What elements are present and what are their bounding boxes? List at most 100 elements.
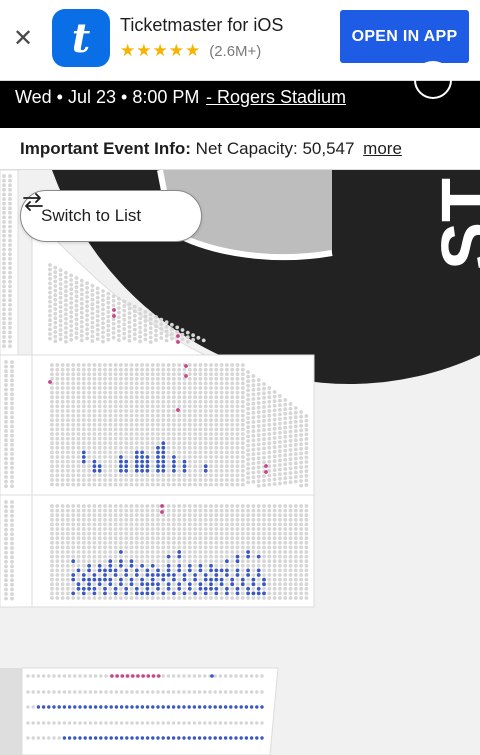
seat[interactable] (76, 550, 81, 554)
seat[interactable] (229, 721, 233, 725)
seat[interactable] (193, 427, 198, 432)
seat[interactable] (267, 582, 272, 587)
seat[interactable] (103, 573, 107, 577)
seat[interactable] (58, 277, 63, 282)
seat[interactable] (244, 736, 249, 740)
seat[interactable] (10, 484, 14, 489)
seat[interactable] (267, 517, 272, 522)
seat[interactable] (113, 363, 118, 367)
seat[interactable] (170, 327, 174, 332)
seat[interactable] (177, 568, 182, 573)
seat[interactable] (230, 381, 235, 386)
seat[interactable] (4, 475, 8, 479)
seat[interactable] (103, 577, 107, 582)
seat[interactable] (262, 428, 266, 432)
seat[interactable] (113, 582, 118, 587)
seat[interactable] (41, 736, 46, 740)
seat[interactable] (278, 430, 282, 435)
seat[interactable] (119, 441, 123, 446)
seat[interactable] (87, 459, 91, 464)
seat[interactable] (57, 705, 61, 709)
seat[interactable] (71, 508, 76, 513)
seat[interactable] (251, 554, 256, 559)
seat[interactable] (97, 482, 102, 487)
seat[interactable] (87, 381, 91, 386)
seat[interactable] (71, 459, 76, 464)
seat[interactable] (124, 468, 129, 473)
seat[interactable] (113, 413, 118, 418)
seat[interactable] (251, 392, 256, 397)
seat[interactable] (119, 596, 123, 600)
seat[interactable] (124, 554, 129, 559)
seat[interactable] (154, 319, 158, 324)
seat[interactable] (50, 550, 54, 554)
seat[interactable] (122, 336, 127, 341)
seat[interactable] (198, 545, 203, 550)
seat[interactable] (88, 736, 93, 740)
seat[interactable] (26, 705, 30, 709)
seat[interactable] (64, 284, 68, 289)
seat[interactable] (193, 545, 198, 550)
seat[interactable] (145, 721, 150, 725)
seat[interactable] (214, 455, 219, 459)
seat[interactable] (140, 504, 145, 508)
seat[interactable] (150, 372, 155, 377)
seat[interactable] (129, 531, 134, 536)
seat[interactable] (304, 432, 309, 437)
seat[interactable] (251, 420, 256, 424)
seat[interactable] (85, 299, 89, 304)
seat[interactable] (60, 381, 65, 386)
seat[interactable] (256, 387, 261, 392)
seat[interactable] (193, 432, 198, 436)
seat[interactable] (117, 301, 121, 306)
seat[interactable] (304, 550, 309, 554)
seat[interactable] (225, 418, 229, 423)
seat[interactable] (203, 418, 208, 423)
seat[interactable] (92, 399, 97, 404)
seat[interactable] (246, 508, 251, 513)
seat[interactable] (177, 473, 182, 478)
seat[interactable] (76, 422, 81, 427)
seat[interactable] (143, 337, 148, 342)
seat[interactable] (140, 432, 145, 436)
seat[interactable] (119, 404, 123, 409)
seat[interactable] (293, 452, 298, 456)
seat[interactable] (288, 461, 293, 466)
seat[interactable] (66, 386, 70, 390)
seat[interactable] (192, 736, 197, 740)
seat[interactable] (129, 432, 134, 436)
seat[interactable] (182, 545, 187, 550)
seat[interactable] (235, 536, 240, 541)
seat[interactable] (182, 721, 186, 725)
seat[interactable] (172, 573, 176, 577)
seat[interactable] (182, 432, 187, 436)
seat[interactable] (219, 577, 224, 582)
seat[interactable] (55, 404, 60, 409)
seat[interactable] (145, 390, 150, 395)
seat[interactable] (103, 554, 107, 559)
seat[interactable] (26, 674, 30, 678)
seat[interactable] (50, 596, 54, 600)
seat[interactable] (156, 522, 160, 527)
seat[interactable] (48, 290, 52, 295)
seat[interactable] (71, 413, 76, 418)
seat[interactable] (108, 540, 113, 545)
seat[interactable] (244, 674, 249, 678)
seat[interactable] (235, 559, 240, 564)
seat[interactable] (58, 286, 63, 291)
seat[interactable] (235, 404, 240, 409)
seat[interactable] (140, 563, 145, 568)
seat[interactable] (60, 550, 65, 554)
seat[interactable] (138, 316, 143, 321)
seat[interactable] (182, 482, 187, 487)
seat[interactable] (132, 318, 137, 323)
seat[interactable] (71, 573, 76, 577)
seat[interactable] (81, 531, 86, 536)
seat[interactable] (161, 386, 166, 390)
seat[interactable] (246, 393, 251, 397)
seat[interactable] (161, 395, 166, 400)
seat[interactable] (60, 427, 65, 432)
seat[interactable] (299, 442, 303, 447)
seat[interactable] (230, 563, 235, 568)
seat[interactable] (88, 690, 93, 694)
